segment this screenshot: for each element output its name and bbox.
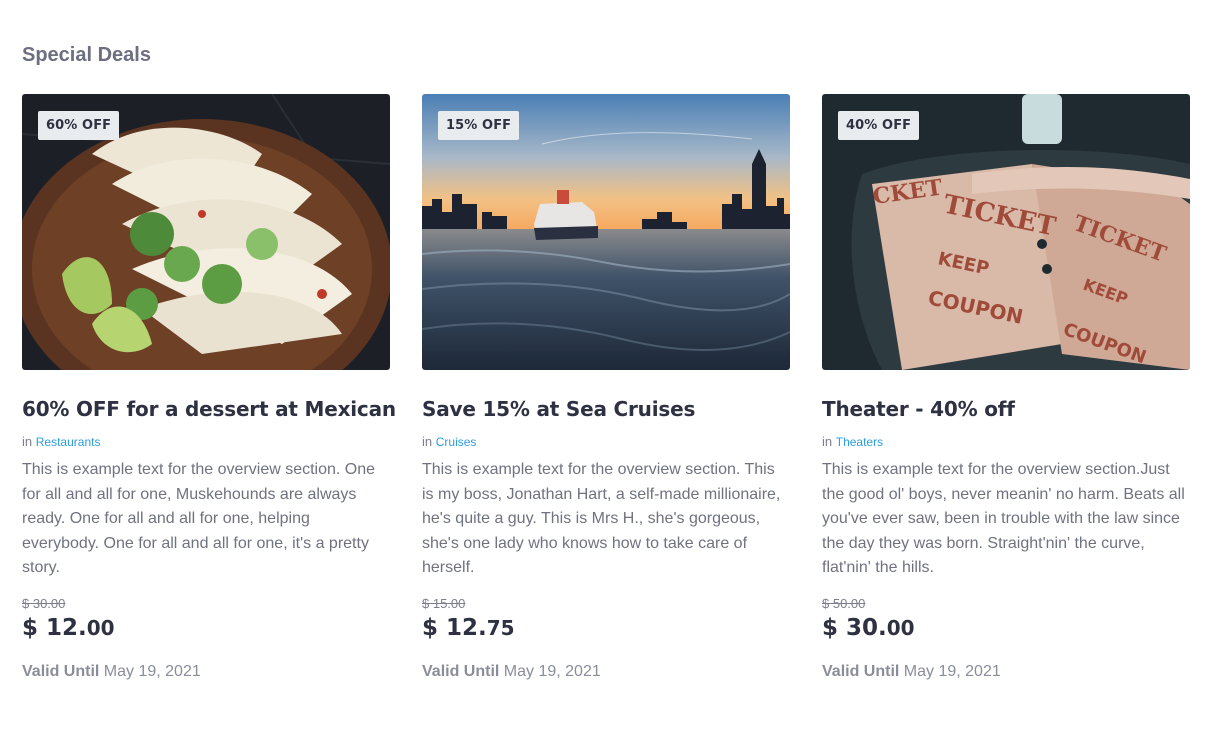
deal-title[interactable]: Save 15% at Sea Cruises <box>422 397 790 421</box>
deal-card-theater[interactable]: TICKET KEEP COUPON TICKET KEEP COUPON CK… <box>822 94 1190 681</box>
price-cents: 00 <box>86 615 115 640</box>
category-link-cruises[interactable]: Cruises <box>436 435 477 449</box>
valid-until-label: Valid Until <box>22 662 100 680</box>
price-cents: 00 <box>886 615 915 640</box>
valid-until-label: Valid Until <box>422 662 500 680</box>
price-main: $ 30. <box>822 614 887 641</box>
deal-price: $ 12.75 <box>422 615 790 641</box>
deal-image-tacos[interactable]: 60% OFF <box>22 94 390 370</box>
deal-card-tacos[interactable]: 60% OFF 60% OFF for a dessert at Mexican… <box>22 94 396 681</box>
valid-until-date: May 19, 2021 <box>103 662 201 680</box>
valid-until: Valid Until May 19, 2021 <box>22 663 390 681</box>
deal-category: in Cruises <box>422 434 790 449</box>
discount-badge: 40% OFF <box>838 111 920 140</box>
valid-until: Valid Until May 19, 2021 <box>422 663 790 681</box>
valid-until: Valid Until May 19, 2021 <box>822 663 1190 681</box>
discount-badge: 15% OFF <box>438 111 520 140</box>
deal-title[interactable]: Theater - 40% off <box>822 397 1190 421</box>
valid-until-label: Valid Until <box>822 662 900 680</box>
old-price: $ 30.00 <box>22 595 66 611</box>
valid-until-date: May 19, 2021 <box>503 662 601 680</box>
discount-badge: 60% OFF <box>38 111 120 140</box>
deal-description: This is example text for the overview se… <box>22 461 376 576</box>
valid-until-date: May 19, 2021 <box>903 662 1001 680</box>
deal-category: in Theaters <box>822 434 1190 449</box>
deal-image-cruises[interactable]: 15% OFF <box>422 94 790 370</box>
category-prefix: in <box>422 434 433 449</box>
price-main: $ 12. <box>22 614 87 641</box>
category-prefix: in <box>822 434 833 449</box>
deal-price: $ 30.00 <box>822 615 1190 641</box>
deal-image-theater[interactable]: TICKET KEEP COUPON TICKET KEEP COUPON CK… <box>822 94 1190 370</box>
old-price: $ 50.00 <box>822 595 866 611</box>
price-main: $ 12. <box>422 614 487 641</box>
deal-price: $ 12.00 <box>22 615 390 641</box>
deal-description: This is example text for the overview se… <box>422 461 781 576</box>
deal-card-cruises[interactable]: 15% OFF Save 15% at Sea Cruises in Cruis… <box>422 94 790 681</box>
category-prefix: in <box>22 434 33 449</box>
deal-title[interactable]: 60% OFF for a dessert at Mexican <box>22 397 396 421</box>
old-price: $ 15.00 <box>422 595 466 611</box>
deal-description: This is example text for the overview se… <box>822 461 1185 576</box>
deal-category: in Restaurants <box>22 434 390 449</box>
section-title: Special Deals <box>22 44 151 66</box>
price-cents: 75 <box>486 615 515 640</box>
category-link-theaters[interactable]: Theaters <box>836 435 883 449</box>
category-link-restaurants[interactable]: Restaurants <box>36 435 101 449</box>
